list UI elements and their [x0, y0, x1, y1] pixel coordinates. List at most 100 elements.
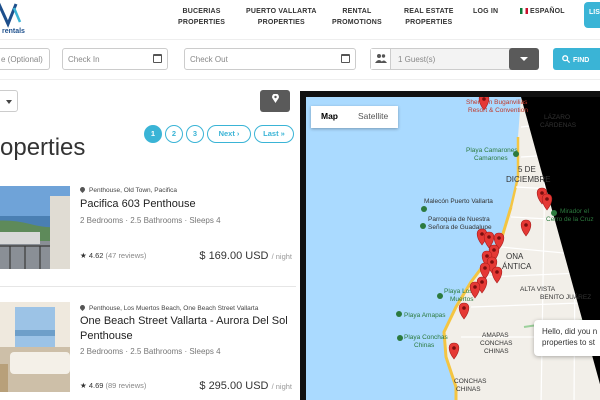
nav-label: PROPERTIES [178, 19, 226, 26]
map-label-alta-vista: ALTA VISTA [520, 286, 556, 293]
map-label-romantica2: ÁNTICA [502, 262, 532, 271]
listing-card[interactable]: Penthouse, Old Town, Pacifica Pacifica 6… [0, 180, 296, 280]
map-label-playa-amapas: Playa Amapas [404, 312, 446, 319]
map-label-chinas: CHINAS [456, 386, 481, 393]
map-label-amapas-chinas: CHINAS [484, 348, 509, 355]
review-count: (89 reviews) [105, 381, 147, 390]
review-count: (47 reviews) [105, 251, 147, 260]
marker-dot [524, 223, 528, 227]
logo-text: rentals [2, 28, 25, 35]
price-value: $ 169.00 USD [199, 250, 269, 262]
marker-dot [495, 270, 499, 274]
nav-label: REAL ESTATE [404, 8, 454, 15]
map-label-mirador2: Cerro de la Cruz [546, 216, 594, 223]
site-logo[interactable]: rentals [0, 0, 40, 40]
last-page-button[interactable]: Last » [254, 125, 294, 143]
marker-dot [540, 191, 544, 195]
location-pin-icon [78, 303, 87, 312]
page-2[interactable]: 2 [165, 125, 183, 143]
map-label-conchas: CONCHAS [454, 378, 487, 385]
listing-photo[interactable] [0, 302, 70, 392]
marker-dot [462, 306, 466, 310]
logo-icon [0, 2, 22, 28]
map-label-playa-camarones: Playa Camarones [466, 147, 518, 154]
map-label-benito-juarez: BENITO JUÁREZ [540, 292, 591, 301]
checkin-input[interactable]: Check In [62, 48, 168, 70]
map-label-cardenas: CÁRDENAS [540, 120, 577, 129]
checkin-placeholder: Check In [68, 55, 100, 64]
find-button[interactable]: FIND [553, 48, 600, 70]
map-label-romantica: ONA [506, 252, 524, 261]
listing-specs: 2 Bedrooms · 2.5 Bathrooms · Sleeps 4 [80, 347, 221, 356]
listing-price: $ 169.00 USD / night [199, 250, 292, 262]
marker-dot [480, 232, 484, 236]
marker-dot [497, 236, 501, 240]
map-label-malecon: Malecón Puerto Vallarta [424, 198, 493, 205]
listing-photo[interactable] [0, 186, 70, 269]
chat-popup[interactable]: Hello, did you n properties to st [534, 320, 600, 356]
location-text: Penthouse, Old Town, Pacifica [89, 187, 178, 194]
map-label-amapas: AMAPAS [482, 332, 509, 339]
nav-rental-promotions[interactable]: RENTAL PROMOTIONS [332, 6, 382, 28]
next-page-button[interactable]: Next › [207, 125, 251, 143]
marker-dot [473, 285, 477, 289]
listing-card[interactable]: Penthouse, Los Muertos Beach, One Beach … [0, 298, 296, 400]
rating-value: 4.62 [88, 251, 104, 260]
map-type-control: Map Satellite [311, 106, 399, 128]
listing-title[interactable]: One Beach Street Vallarta - Aurora Del S… [80, 314, 290, 344]
nav-label: BUCERIAS [182, 8, 221, 15]
nav-label: PROMOTIONS [332, 19, 382, 26]
marker-dot [482, 97, 486, 101]
location-pin-icon [78, 185, 87, 194]
price-value: $ 295.00 USD [199, 380, 269, 392]
map-label-conchas-chinas: Chinas [414, 342, 435, 349]
price-unit: / night [271, 252, 292, 261]
destination-placeholder: e (Optional) [1, 55, 43, 64]
chat-line: properties to st [542, 338, 595, 347]
checkout-placeholder: Check Out [190, 55, 228, 64]
nav-bucerias-properties[interactable]: BUCERIAS PROPERTIES [178, 6, 225, 28]
satellite-tab[interactable]: Satellite [348, 106, 398, 126]
mexico-flag-icon [520, 8, 528, 15]
map-pin-icon [271, 93, 279, 103]
search-bar: e (Optional) Check In Check Out 1 Guest(… [0, 40, 600, 80]
listing-location: Penthouse, Los Muertos Beach, One Beach … [78, 303, 259, 312]
language-switch[interactable]: ESPAÑOL [520, 6, 565, 17]
nav-puerto-vallarta-properties[interactable]: PUERTO VALLARTA PROPERTIES [246, 6, 317, 28]
location-text: Penthouse, Los Muertos Beach, One Beach … [89, 305, 259, 312]
site-header: rentals BUCERIAS PROPERTIES PUERTO VALLA… [0, 0, 600, 40]
language-label: ESPAÑOL [530, 8, 565, 15]
nav-real-estate-properties[interactable]: REAL ESTATE PROPERTIES [404, 6, 454, 28]
listing-title[interactable]: Pacifica 603 Penthouse [80, 197, 290, 212]
users-icon [371, 49, 391, 69]
map-tab[interactable]: Map [311, 106, 348, 126]
calendar-icon [341, 54, 350, 63]
map-label-playa-conchas: Playa Conchas [404, 334, 448, 341]
checkout-input[interactable]: Check Out [184, 48, 356, 70]
map-label-los-muertos2: Muertos [450, 296, 474, 303]
listing-divider [0, 286, 296, 287]
results-heading: roperties [0, 134, 86, 161]
nav-label: PROPERTIES [405, 19, 453, 26]
map-label-sheraton: Sheraton Buganvilias [466, 99, 528, 106]
listing-price: $ 295.00 USD / night [199, 380, 292, 392]
listing-specs: 2 Bedrooms · 2.5 Bathrooms · Sleeps 4 [80, 216, 221, 225]
marker-dot [483, 266, 487, 270]
login-link[interactable]: LOG IN [473, 6, 498, 17]
map-label-sheraton2: Resort & Convention [468, 107, 528, 114]
nav-label: PROPERTIES [257, 19, 305, 26]
search-icon [562, 55, 571, 64]
page-1[interactable]: 1 [144, 125, 162, 143]
destination-input[interactable]: e (Optional) [0, 48, 50, 70]
list-property-button[interactable]: LIST [584, 2, 600, 28]
map-label-mirador: Mirador el [560, 208, 589, 215]
chat-line: Hello, did you n [542, 327, 598, 336]
rating-value: 4.69 [88, 381, 104, 390]
map-toggle-button[interactable] [260, 90, 290, 112]
map-label-amapas-conchas: CONCHAS [480, 340, 513, 347]
marker-dot [490, 260, 494, 264]
page-3[interactable]: 3 [186, 125, 204, 143]
guests-select[interactable]: 1 Guest(s) [370, 48, 539, 70]
guests-dropdown-button[interactable] [509, 48, 539, 70]
sort-select[interactable] [0, 90, 18, 112]
